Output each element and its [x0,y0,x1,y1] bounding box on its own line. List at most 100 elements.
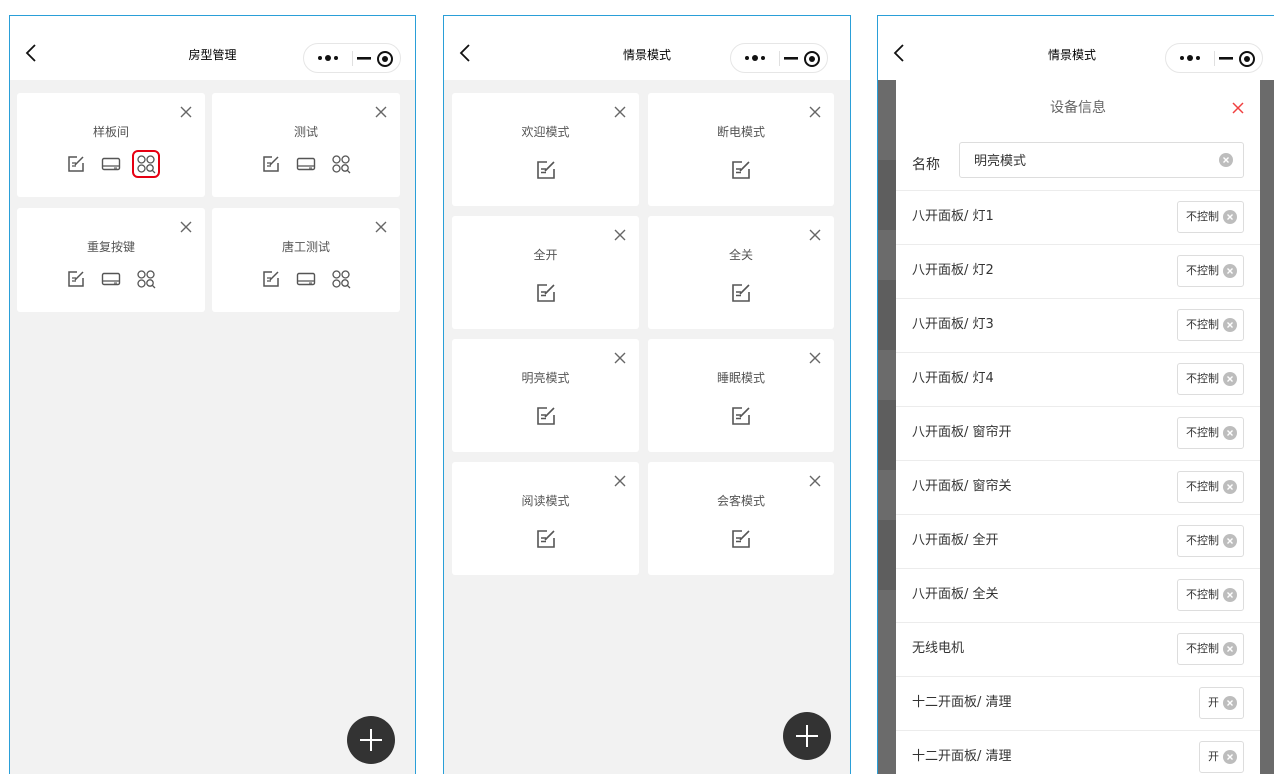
device-row: 十二开面板/ 清理 开 [896,676,1260,730]
edit-icon[interactable] [66,269,86,289]
device-row: 八开面板/ 全关 不控制 [896,568,1260,622]
overlay-backdrop[interactable] [878,80,896,774]
edit-icon[interactable] [261,269,281,289]
edit-icon[interactable] [535,282,557,304]
scene-card[interactable]: 明亮模式 [452,339,639,452]
close-icon[interactable] [808,474,822,488]
device-icon[interactable] [101,154,121,174]
clear-circle-icon[interactable] [1223,372,1237,386]
minimize-icon[interactable] [1218,50,1234,66]
scene-card[interactable]: 会客模式 [648,462,834,575]
clear-circle-icon[interactable] [1223,642,1237,656]
control-select[interactable]: 不控制 [1177,579,1244,611]
clear-circle-icon[interactable] [1223,534,1237,548]
clear-circle-icon[interactable] [1223,318,1237,332]
close-icon[interactable] [374,220,388,234]
close-icon[interactable] [613,474,627,488]
edit-icon[interactable] [261,154,281,174]
control-select[interactable]: 不控制 [1177,417,1244,449]
clear-circle-icon[interactable] [1219,153,1233,167]
device-icon[interactable] [296,154,316,174]
close-icon[interactable] [179,220,193,234]
edit-icon[interactable] [730,528,752,550]
scene-card[interactable]: 断电模式 [648,93,834,206]
control-select[interactable]: 不控制 [1177,525,1244,557]
control-select[interactable]: 开 [1199,687,1244,719]
device-info-modal: 设备信息 名称 八开面板/ 灯1 不控制 八开面板/ 灯2 不控制 八开面板/ … [896,80,1260,774]
edit-icon[interactable] [535,528,557,550]
device-label: 十二开面板/ 清理 [912,749,1012,764]
device-row: 八开面板/ 窗帘开 不控制 [896,406,1260,460]
control-select[interactable]: 不控制 [1177,363,1244,395]
control-select[interactable]: 不控制 [1177,201,1244,233]
users-search-icon[interactable] [331,269,351,289]
device-label: 八开面板/ 灯4 [912,371,994,386]
scene-card[interactable]: 全开 [452,216,639,329]
control-select[interactable]: 开 [1199,741,1244,773]
add-button[interactable] [783,712,831,760]
phone-screen-device-info: 情景模式 设备信息 名称 八开面板/ 灯1 不控制 八开面板/ 灯2 不控制 [877,15,1274,774]
more-dots-icon[interactable] [1178,50,1202,66]
clear-circle-icon[interactable] [1223,750,1237,764]
clear-circle-icon[interactable] [1223,588,1237,602]
device-row: 八开面板/ 窗帘关 不控制 [896,460,1260,514]
device-row: 八开面板/ 灯2 不控制 [896,244,1260,298]
close-icon[interactable] [374,105,388,119]
edit-icon[interactable] [730,405,752,427]
more-dots-icon[interactable] [743,50,767,66]
scene-name: 明亮模式 [521,371,570,385]
menu-capsule [303,43,401,73]
device-icon[interactable] [296,269,316,289]
close-icon[interactable] [1232,102,1244,114]
clear-circle-icon[interactable] [1223,480,1237,494]
room-card[interactable]: 测试 [212,93,400,197]
room-card[interactable]: 样板间 [17,93,205,197]
users-search-icon[interactable] [331,154,351,174]
control-select[interactable]: 不控制 [1177,255,1244,287]
close-icon[interactable] [613,105,627,119]
scene-card[interactable]: 全关 [648,216,834,329]
nav-bar: 情景模式 [878,16,1274,80]
edit-icon[interactable] [730,159,752,181]
users-search-icon[interactable] [136,269,156,289]
target-icon[interactable] [803,50,821,68]
users-search-icon[interactable] [132,149,161,178]
close-icon[interactable] [613,228,627,242]
target-icon[interactable] [376,50,394,68]
more-dots-icon[interactable] [316,50,340,66]
device-label: 八开面板/ 灯1 [912,209,994,224]
close-icon[interactable] [613,351,627,365]
room-card[interactable]: 唐工测试 [212,208,400,312]
edit-icon[interactable] [535,405,557,427]
add-button[interactable] [347,716,395,764]
close-icon[interactable] [808,228,822,242]
control-select[interactable]: 不控制 [1177,471,1244,503]
control-value: 不控制 [1186,534,1219,547]
close-icon[interactable] [808,105,822,119]
name-input[interactable] [974,152,1174,167]
clear-circle-icon[interactable] [1223,264,1237,278]
edit-icon[interactable] [535,159,557,181]
control-select[interactable]: 不控制 [1177,309,1244,341]
control-select[interactable]: 不控制 [1177,633,1244,665]
device-icon[interactable] [101,269,121,289]
edit-icon[interactable] [730,282,752,304]
close-icon[interactable] [808,351,822,365]
clear-circle-icon[interactable] [1223,210,1237,224]
scene-card[interactable]: 欢迎模式 [452,93,639,206]
room-card[interactable]: 重复按键 [17,208,205,312]
capsule-divider [779,51,780,66]
close-icon[interactable] [179,105,193,119]
minimize-icon[interactable] [356,50,372,66]
scene-card[interactable]: 阅读模式 [452,462,639,575]
minimize-icon[interactable] [783,50,799,66]
control-value: 不控制 [1186,372,1219,385]
clear-circle-icon[interactable] [1223,426,1237,440]
overlay-backdrop[interactable] [1260,80,1274,774]
name-field[interactable] [959,142,1244,178]
room-name: 唐工测试 [281,240,330,254]
scene-card[interactable]: 睡眠模式 [648,339,834,452]
target-icon[interactable] [1238,50,1256,68]
edit-icon[interactable] [66,154,86,174]
clear-circle-icon[interactable] [1223,696,1237,710]
